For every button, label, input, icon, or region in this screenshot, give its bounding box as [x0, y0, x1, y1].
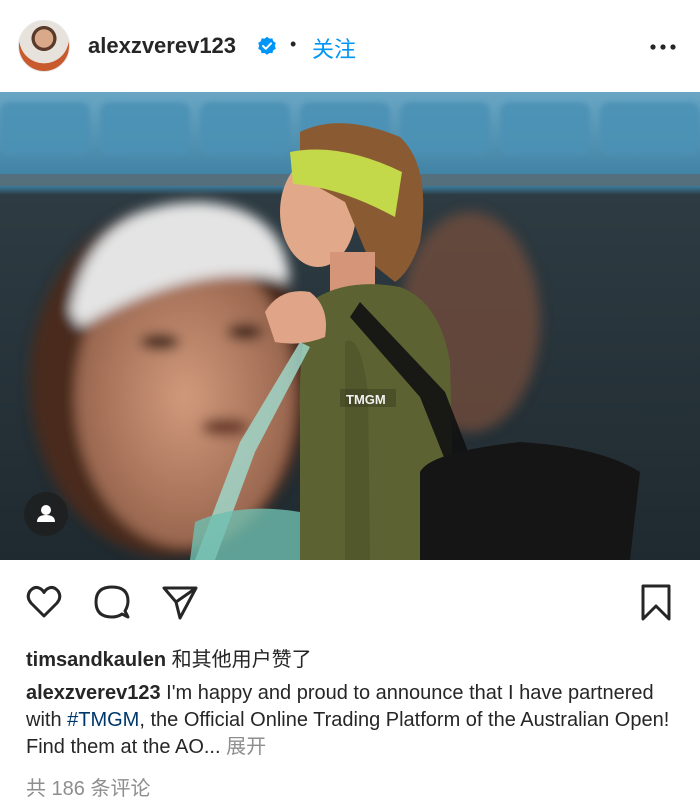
heart-icon[interactable]	[24, 582, 64, 622]
view-comments-link[interactable]: 共 186 条评论	[26, 772, 150, 801]
more-options-icon[interactable]	[650, 44, 676, 50]
bookmark-icon[interactable]	[636, 582, 676, 622]
action-bar	[0, 570, 700, 630]
post-caption: alexzverev123 I'm happy and proud to ann…	[26, 680, 686, 761]
tagged-users-button[interactable]	[24, 492, 68, 536]
verified-badge-icon	[258, 36, 276, 55]
post-username[interactable]: alexzverev123	[88, 33, 236, 59]
caption-author[interactable]: alexzverev123	[26, 682, 161, 704]
post-photo[interactable]: TMGM	[0, 92, 700, 560]
shirt-logo-text: TMGM	[346, 392, 386, 407]
avatar[interactable]	[18, 20, 70, 72]
caption-hashtag[interactable]: #TMGM	[67, 709, 139, 731]
comment-icon[interactable]	[92, 582, 132, 622]
person-tag-icon	[37, 505, 55, 522]
likes-summary[interactable]: timsandkaulen 和其他用户赞了	[26, 643, 312, 672]
post-header: alexzverev123 • 关注	[0, 0, 700, 92]
share-icon[interactable]	[160, 582, 200, 622]
separator-dot: •	[290, 34, 297, 54]
expand-caption-button[interactable]: 展开	[221, 736, 266, 758]
likes-suffix: 和其他用户赞了	[166, 649, 312, 671]
liker-username[interactable]: timsandkaulen	[26, 649, 166, 671]
follow-button[interactable]: 关注	[312, 32, 356, 64]
